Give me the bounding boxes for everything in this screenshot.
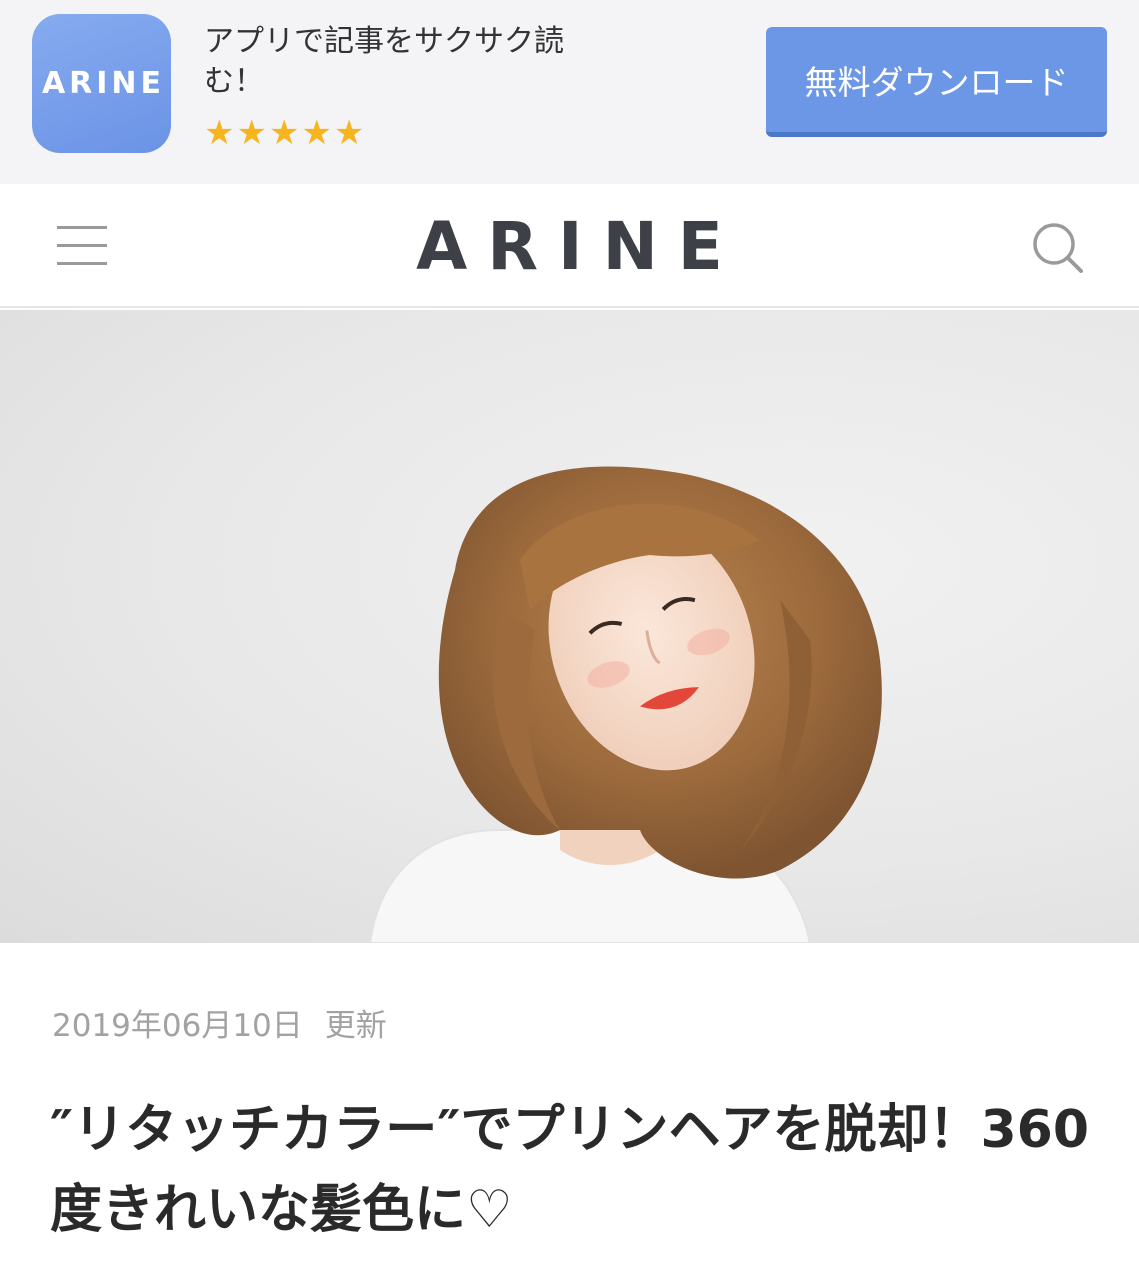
- site-header: ARINE: [0, 184, 1139, 308]
- article-date: 2019年06月10日 更新: [52, 1000, 387, 1045]
- hamburger-menu-icon[interactable]: [57, 224, 107, 266]
- site-logo[interactable]: ARINE: [0, 184, 1139, 308]
- site-logo-text: ARINE: [416, 207, 743, 285]
- article-title: ″リタッチカラー″でプリンヘアを脱却！360度きれいな髪色に♡: [50, 1100, 1090, 1240]
- search-icon[interactable]: [1030, 220, 1084, 274]
- publish-date: 2019年06月10日: [52, 1008, 303, 1044]
- app-icon-label: ARINE: [41, 66, 166, 101]
- update-label: 更新: [324, 1008, 387, 1044]
- app-download-banner: ARINE アプリで記事をサクサク読む！ ★★★★★ 無料ダウンロード: [0, 0, 1139, 184]
- hero-photo-illustration: [368, 466, 882, 943]
- rating-stars-icon: ★★★★★: [204, 113, 367, 153]
- app-tagline: アプリで記事をサクサク読む！: [204, 24, 564, 99]
- free-download-button[interactable]: 無料ダウンロード: [766, 27, 1107, 137]
- app-icon[interactable]: ARINE: [32, 14, 171, 153]
- hero-image: [0, 310, 1139, 943]
